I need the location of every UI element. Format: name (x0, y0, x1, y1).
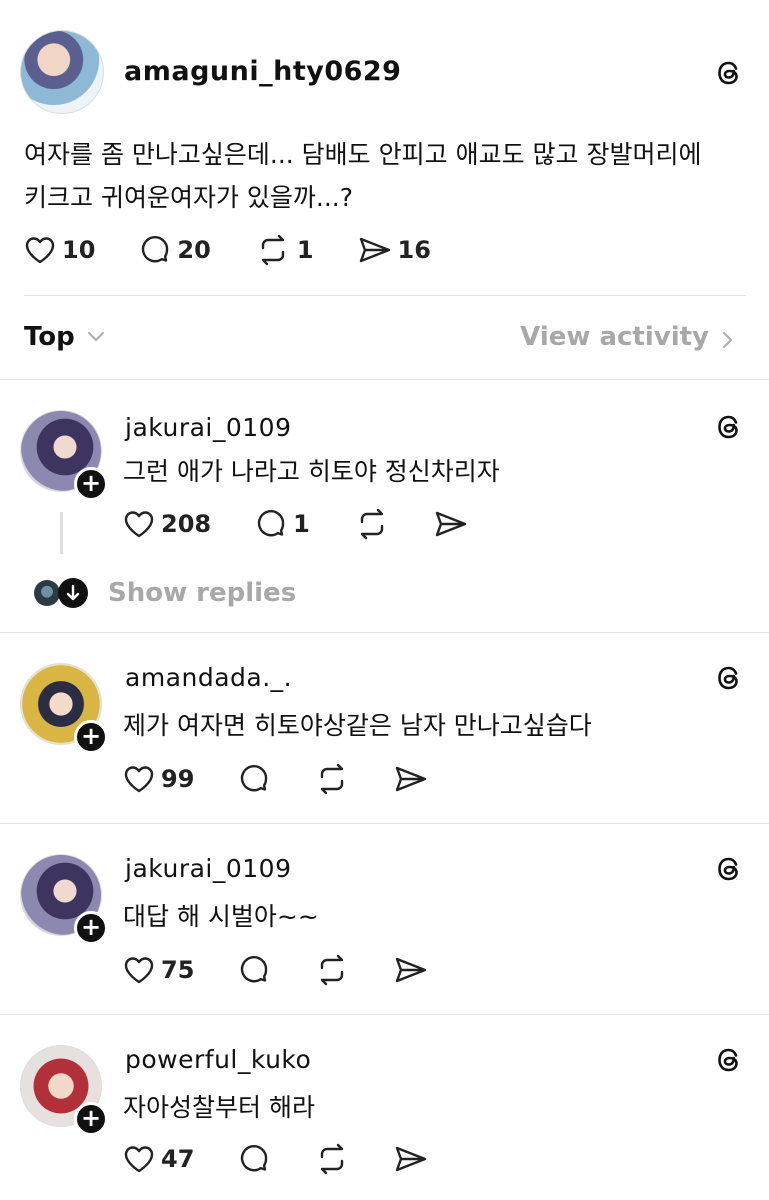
like-count: 208 (161, 510, 212, 538)
reply-text: 자아성찰부터 해라 (123, 1093, 315, 1122)
heart-icon (25, 237, 55, 264)
repost-count: 1 (296, 236, 314, 264)
comment-button[interactable] (238, 954, 270, 986)
threads-logo-icon[interactable] (714, 1045, 744, 1075)
send-icon (396, 957, 427, 983)
threads-logo-icon[interactable] (714, 663, 744, 693)
repost-icon (321, 954, 344, 986)
share-button[interactable]: 16 (358, 235, 431, 265)
post-text-line: 키크고 귀여운여자가 있을까...? (24, 183, 354, 212)
like-button[interactable]: 10 (24, 235, 95, 265)
thread-line (60, 512, 63, 554)
comment-button[interactable]: 20 (139, 234, 211, 266)
post-text-line: 여자를 좀 만나고싶은데... 담배도 안피고 애교도 많고 장발머리에 (24, 140, 702, 169)
show-replies-label: Show replies (108, 578, 297, 608)
comment-button[interactable]: 1 (255, 508, 310, 540)
sort-bar: Top View activity (0, 300, 769, 378)
send-icon (359, 237, 390, 263)
repost-icon (360, 508, 384, 540)
like-button[interactable]: 75 (123, 955, 194, 985)
like-count: 99 (161, 765, 195, 793)
share-button[interactable] (394, 955, 428, 985)
heart-icon (124, 511, 154, 538)
like-count: 75 (161, 956, 195, 984)
comment-icon (142, 236, 169, 263)
like-button[interactable]: 99 (123, 764, 194, 794)
comment-count: 20 (177, 236, 211, 264)
view-activity-link[interactable]: View activity (520, 322, 709, 352)
repost-icon (321, 763, 344, 795)
reply-item: + jakurai_0109 대답 해 시벌아~~ 75 (0, 824, 769, 1014)
threads-logo-icon[interactable] (714, 854, 744, 884)
avatar (34, 580, 60, 606)
threads-logo-icon[interactable] (714, 58, 744, 88)
follow-button[interactable]: + (74, 911, 108, 945)
reply-username[interactable]: amandada._. (125, 663, 292, 692)
post-username[interactable]: amaguni_hty0629 (124, 56, 401, 87)
share-count: 16 (397, 236, 431, 264)
repost-button[interactable] (314, 763, 350, 795)
reply-actions: 208 1 (123, 508, 468, 540)
like-count: 10 (62, 236, 96, 264)
share-button[interactable] (394, 1144, 428, 1174)
comment-icon (241, 765, 268, 792)
post-body: 여자를 좀 만나고싶은데... 담배도 안피고 애교도 많고 장발머리에 키크고… (24, 133, 754, 219)
reply-username[interactable]: jakurai_0109 (125, 854, 292, 883)
comment-button[interactable] (238, 1143, 270, 1175)
arrow-down-icon (58, 578, 88, 608)
send-icon (396, 1146, 427, 1172)
reply-actions: 47 (123, 1143, 428, 1175)
comment-count: 1 (293, 510, 310, 538)
heart-icon (124, 957, 154, 984)
comment-icon (241, 1145, 268, 1172)
repost-button[interactable] (314, 954, 350, 986)
follow-button[interactable]: + (74, 1102, 108, 1136)
reply-text: 대답 해 시벌아~~ (123, 902, 319, 931)
like-count: 47 (161, 1145, 195, 1173)
repost-button[interactable] (314, 1143, 350, 1175)
repost-button[interactable] (354, 508, 390, 540)
original-post: amaguni_hty0629 여자를 좀 만나고싶은데... 담배도 안피고 … (0, 0, 769, 300)
chevron-down-icon[interactable] (86, 330, 106, 344)
comment-button[interactable] (238, 763, 270, 795)
heart-icon (124, 1146, 154, 1173)
share-button[interactable] (394, 764, 428, 794)
post-actions: 10 20 1 16 (24, 234, 431, 266)
heart-icon (124, 766, 154, 793)
reply-actions: 99 (123, 763, 428, 795)
reply-text: 그런 애가 나라고 히토야 정신차리자 (123, 457, 500, 486)
share-button[interactable] (434, 509, 468, 539)
repost-icon (261, 234, 285, 266)
repost-button[interactable]: 1 (255, 234, 314, 266)
follow-button[interactable]: + (74, 720, 108, 754)
reply-item: + amandada._. 제가 여자면 히토야상같은 남자 만나고싶습다 99 (0, 633, 769, 823)
comment-icon (257, 510, 285, 537)
send-icon (396, 766, 427, 792)
reply-text: 제가 여자면 히토야상같은 남자 만나고싶습다 (123, 711, 592, 740)
like-button[interactable]: 47 (123, 1144, 194, 1174)
like-button[interactable]: 208 (123, 509, 211, 539)
divider (24, 295, 746, 296)
show-replies-button[interactable]: Show replies (34, 578, 296, 608)
reply-username[interactable]: jakurai_0109 (125, 413, 292, 442)
chevron-right-icon[interactable] (721, 330, 735, 350)
sort-dropdown[interactable]: Top (24, 322, 75, 352)
reply-actions: 75 (123, 954, 428, 986)
reply-username[interactable]: powerful_kuko (125, 1045, 311, 1074)
follow-button[interactable]: + (74, 467, 108, 501)
avatar[interactable] (20, 30, 104, 114)
reply-item: + powerful_kuko 자아성찰부터 해라 47 (0, 1015, 769, 1200)
send-icon (435, 511, 467, 537)
threads-logo-icon[interactable] (714, 412, 744, 442)
repost-icon (321, 1143, 344, 1175)
comment-icon (241, 956, 268, 983)
